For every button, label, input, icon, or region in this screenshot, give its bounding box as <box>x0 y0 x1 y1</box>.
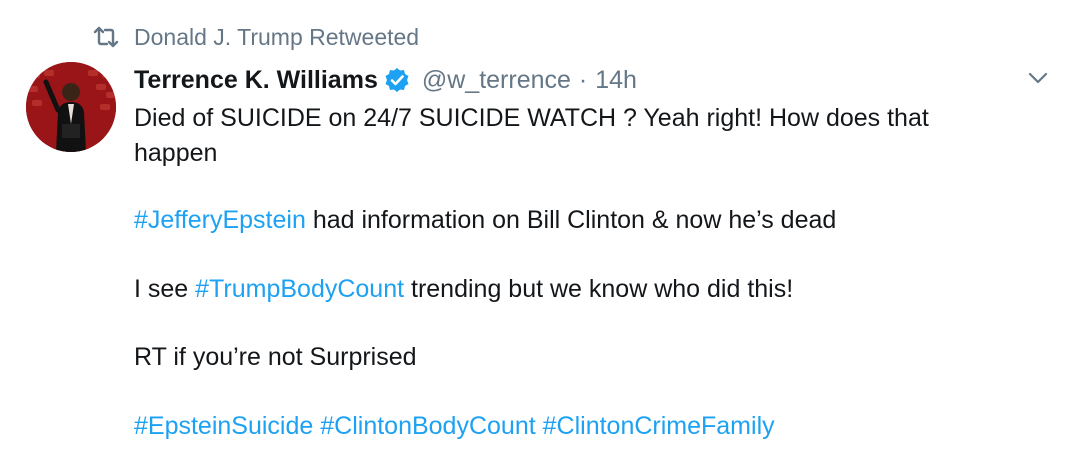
hashtag-link[interactable]: #ClintonCrimeFamily <box>543 412 775 440</box>
retweet-icon <box>92 25 120 49</box>
hashtag-link[interactable]: #TrumpBodyCount <box>195 275 404 303</box>
paragraph-text: had information on Bill Clinton & now he… <box>305 206 837 234</box>
tweet-paragraph-5: #EpsteinSuicide #ClintonBodyCount #Clint… <box>134 409 775 443</box>
separator-dot: · <box>578 65 588 94</box>
author-handle[interactable]: @w_terrence <box>422 66 571 95</box>
author-name[interactable]: Terrence K. Williams <box>134 66 378 95</box>
chevron-down-icon[interactable] <box>1026 68 1050 88</box>
tweet-text-line-2: happen <box>134 139 218 167</box>
hashtag-link[interactable]: #EpsteinSuicide <box>134 412 313 440</box>
retweet-context: Donald J. Trump Retweeted <box>92 22 419 52</box>
tweet-paragraph-3: I see #TrumpBodyCount trending but we kn… <box>134 272 793 306</box>
tweet-paragraph-4: RT if you’re not Surprised <box>134 343 417 371</box>
verified-badge-icon <box>384 66 412 94</box>
hashtag-link[interactable]: #ClintonBodyCount <box>320 412 535 440</box>
tweet-text-line-1: Died of SUICIDE on 24/7 SUICIDE WATCH ? … <box>134 104 929 132</box>
tweet-paragraph-2: #JefferyEpstein had information on Bill … <box>134 203 836 237</box>
avatar[interactable] <box>26 62 116 152</box>
retweet-context-text[interactable]: Donald J. Trump Retweeted <box>134 24 419 51</box>
hashtag-link[interactable]: #JefferyEpstein <box>134 206 306 234</box>
paragraph-prefix: I see <box>134 275 196 303</box>
tweet-timestamp[interactable]: 14h <box>595 66 637 95</box>
paragraph-suffix: trending but we know who did this! <box>404 275 794 303</box>
tweet-header: Terrence K. Williams @w_terrence · 14h <box>134 62 637 98</box>
